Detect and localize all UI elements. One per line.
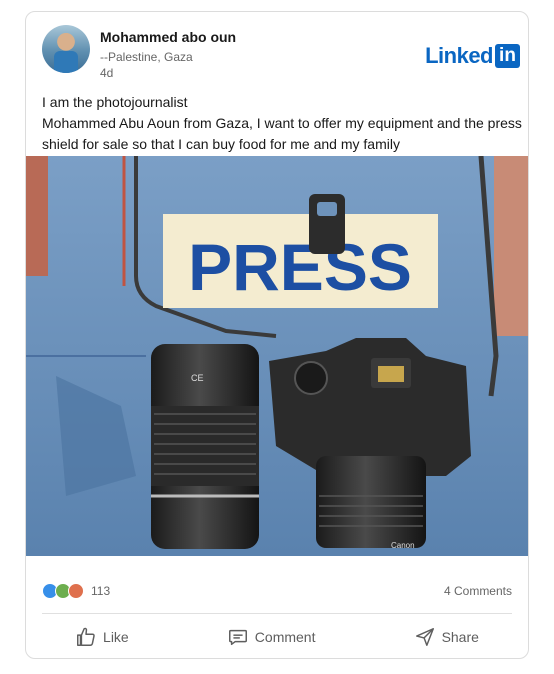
comment-button[interactable]: Comment <box>217 620 326 654</box>
comments-count[interactable]: 4 Comments <box>444 584 512 598</box>
press-label: PRESS <box>188 230 412 304</box>
like-button[interactable]: Like <box>65 620 139 654</box>
photo-illustration: PRESS CE Canon <box>26 156 528 556</box>
author-avatar[interactable] <box>42 25 90 73</box>
reactions-summary[interactable]: 113 <box>42 582 110 600</box>
post-card: Mohammed abo oun --Palestine, Gaza 4d Li… <box>25 11 529 659</box>
author-name[interactable]: Mohammed abo oun <box>100 29 236 45</box>
post-time: 4d <box>100 66 114 80</box>
linkedin-logo: Linked in <box>425 43 520 69</box>
thumbs-up-icon <box>77 627 95 646</box>
comment-label: Comment <box>254 629 316 645</box>
post-text: I am the photojournalist Mohammed Abu Ao… <box>42 92 522 155</box>
buckle-slot <box>317 202 337 216</box>
share-label: Share <box>441 629 479 645</box>
post-photo[interactable]: PRESS CE Canon <box>26 156 528 556</box>
lens: CE <box>151 344 259 549</box>
background-fabric <box>494 156 528 336</box>
avatar-vest <box>54 51 78 73</box>
love-icon <box>68 583 84 599</box>
lens-marking: CE <box>191 373 204 383</box>
reaction-count: 113 <box>91 584 111 598</box>
like-label: Like <box>103 629 129 645</box>
linkedin-logo-box: in <box>495 44 520 68</box>
comment-icon <box>228 629 247 646</box>
camera-brand: Canon <box>391 541 415 550</box>
linkedin-logo-word: Linked <box>425 43 493 68</box>
post-text-line: I am the photojournalist <box>42 94 188 110</box>
post-text-line: Mohammed Abu Aoun from Gaza, I want to o… <box>42 115 522 152</box>
share-button[interactable]: Share <box>404 620 489 654</box>
divider <box>42 613 512 614</box>
action-bar: Like Comment Share <box>26 617 528 657</box>
send-icon <box>415 628 434 646</box>
background-fabric-left <box>26 156 48 276</box>
author-subtitle: --Palestine, Gaza <box>100 50 193 64</box>
post-header: Mohammed abo oun --Palestine, Gaza 4d Li… <box>26 12 528 92</box>
